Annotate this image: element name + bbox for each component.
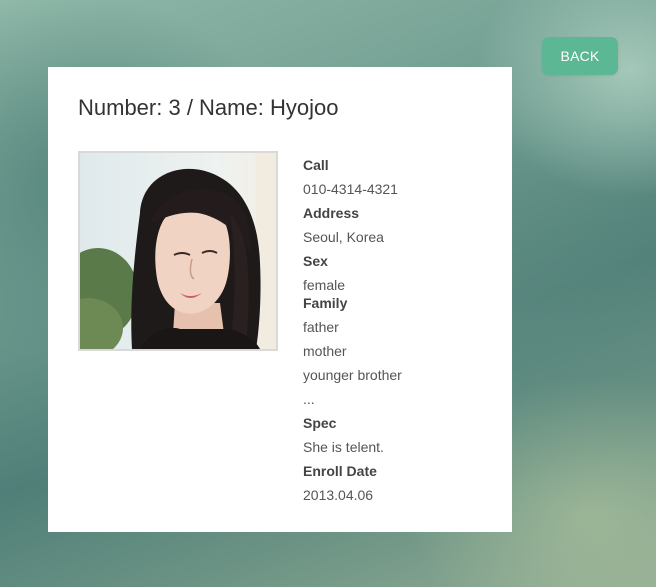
call-label: Call bbox=[303, 157, 329, 173]
family-member: ... bbox=[303, 391, 315, 407]
profile-info: Call 010-4314-4321 Address Seoul, Korea … bbox=[303, 153, 503, 507]
profile-photo-image bbox=[80, 153, 276, 349]
page-title: Number: 3 / Name: Hyojoo bbox=[78, 95, 339, 120]
address-label: Address bbox=[303, 205, 360, 221]
family-member: mother bbox=[303, 343, 347, 359]
enroll-date-value: 2013.04.06 bbox=[303, 487, 374, 503]
profile-card: Number: 3 / Name: Hyojoo Call 010-4314-4… bbox=[48, 67, 512, 532]
family-label: Family bbox=[303, 295, 348, 311]
spec-value: She is telent. bbox=[303, 439, 384, 455]
family-member: younger brother bbox=[303, 367, 402, 383]
profile-photo bbox=[78, 151, 278, 351]
sex-label: Sex bbox=[303, 253, 328, 269]
call-value: 010-4314-4321 bbox=[303, 181, 398, 197]
family-member: father bbox=[303, 319, 339, 335]
back-button[interactable]: BACK bbox=[542, 37, 618, 75]
enroll-date-label: Enroll Date bbox=[303, 463, 377, 479]
spec-label: Spec bbox=[303, 415, 337, 431]
address-value: Seoul, Korea bbox=[303, 229, 384, 245]
